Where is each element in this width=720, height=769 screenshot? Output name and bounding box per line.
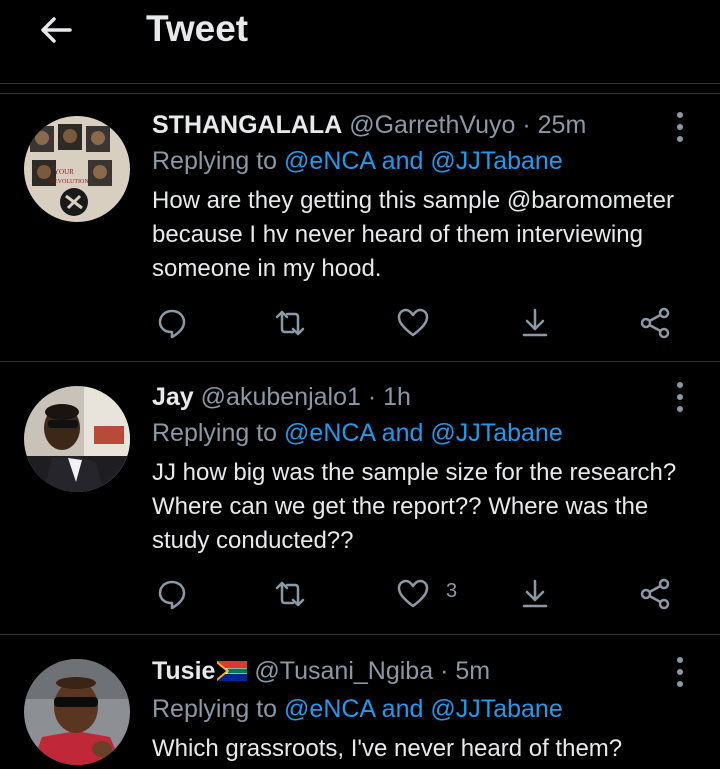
- more-options-button[interactable]: [668, 380, 692, 416]
- svg-text:YOUR: YOUR: [54, 168, 74, 176]
- like-button[interactable]: [393, 303, 433, 343]
- replying-to-mentions[interactable]: @eNCA and @JJTabane: [284, 147, 563, 175]
- replying-to-mentions[interactable]: @eNCA and @JJTabane: [284, 419, 563, 447]
- like-count: 3: [446, 580, 458, 602]
- timestamp[interactable]: 5m: [455, 657, 490, 685]
- heart-icon: [397, 579, 429, 608]
- username[interactable]: @Tusani_Ngiba: [254, 657, 433, 685]
- tweet-text: Which grassroots, I've never heard of th…: [152, 735, 623, 762]
- share-button[interactable]: [635, 303, 675, 343]
- reply-icon: [158, 309, 186, 339]
- reply-tweet[interactable]: Jay @akubenjalo1 · 1h Replying to @eNCA …: [0, 362, 720, 635]
- more-options-button[interactable]: [668, 110, 692, 146]
- reply-button[interactable]: [152, 303, 192, 343]
- share-button[interactable]: [635, 574, 675, 614]
- replying-to: Replying to @eNCA and @JJTabane: [152, 419, 563, 448]
- share-icon: [640, 578, 670, 610]
- reply-tweet[interactable]: Tusie @Tusani_Ngiba · 5m Replying to @eN…: [0, 635, 720, 769]
- retweet-icon: [275, 310, 305, 336]
- tweet-actions: [0, 303, 720, 343]
- replying-to-label: Replying to: [152, 695, 278, 723]
- replying-to-label: Replying to: [152, 147, 278, 175]
- tweet-header: STHANGALALA @GarrethVuyo · 25m: [152, 111, 586, 140]
- more-options-button[interactable]: [668, 655, 692, 691]
- retweet-icon: [275, 581, 305, 607]
- arrow-left-icon: [41, 17, 72, 43]
- reply-button[interactable]: [152, 574, 192, 614]
- username[interactable]: @akubenjalo1: [201, 383, 361, 411]
- timestamp[interactable]: 25m: [538, 111, 587, 139]
- retweet-button[interactable]: [270, 574, 310, 614]
- replying-to-label: Replying to: [152, 419, 278, 447]
- reply-tweet[interactable]: YOUR REVOLUTION STHANGALALA @GarrethVuyo…: [0, 94, 720, 362]
- south-africa-flag-icon: [217, 661, 248, 681]
- tweet-header: Jay @akubenjalo1 · 1h: [152, 383, 411, 412]
- tweet-header: Tusie @Tusani_Ngiba · 5m: [152, 657, 490, 686]
- like-button[interactable]: [393, 574, 433, 614]
- bookmark-download-button[interactable]: [515, 574, 555, 614]
- separator-dot: ·: [522, 111, 531, 139]
- separator-dot: ·: [367, 383, 377, 411]
- bookmark-download-button[interactable]: [515, 303, 555, 343]
- avatar[interactable]: YOUR REVOLUTION: [24, 116, 130, 222]
- separator-dot: ·: [440, 657, 449, 685]
- avatar[interactable]: [24, 659, 130, 765]
- retweet-button[interactable]: [270, 303, 310, 343]
- replying-to: Replying to @eNCA and @JJTabane: [152, 147, 563, 176]
- tweet-text: How are they getting this sample @baromo…: [152, 187, 674, 282]
- timestamp[interactable]: 1h: [383, 383, 411, 411]
- back-button[interactable]: [36, 10, 76, 50]
- replying-to-mentions[interactable]: @eNCA and @JJTabane: [284, 695, 563, 723]
- display-name[interactable]: Jay: [152, 383, 194, 411]
- svg-text:REVOLUTION: REVOLUTION: [50, 179, 89, 185]
- share-icon: [640, 307, 670, 339]
- tweet-actions: 3: [0, 574, 720, 614]
- download-icon: [522, 579, 548, 608]
- avatar[interactable]: [24, 386, 130, 492]
- replying-to: Replying to @eNCA and @JJTabane: [152, 695, 563, 724]
- heart-icon: [397, 308, 429, 337]
- download-icon: [522, 308, 548, 337]
- reply-icon: [158, 580, 186, 610]
- top-bar: Tweet: [0, 0, 720, 84]
- tweet-text: JJ how big was the sample size for the r…: [152, 459, 677, 554]
- display-name[interactable]: STHANGALALA: [152, 111, 342, 139]
- username[interactable]: @GarrethVuyo: [349, 111, 515, 139]
- page-title: Tweet: [146, 8, 249, 49]
- display-name[interactable]: Tusie: [152, 657, 215, 685]
